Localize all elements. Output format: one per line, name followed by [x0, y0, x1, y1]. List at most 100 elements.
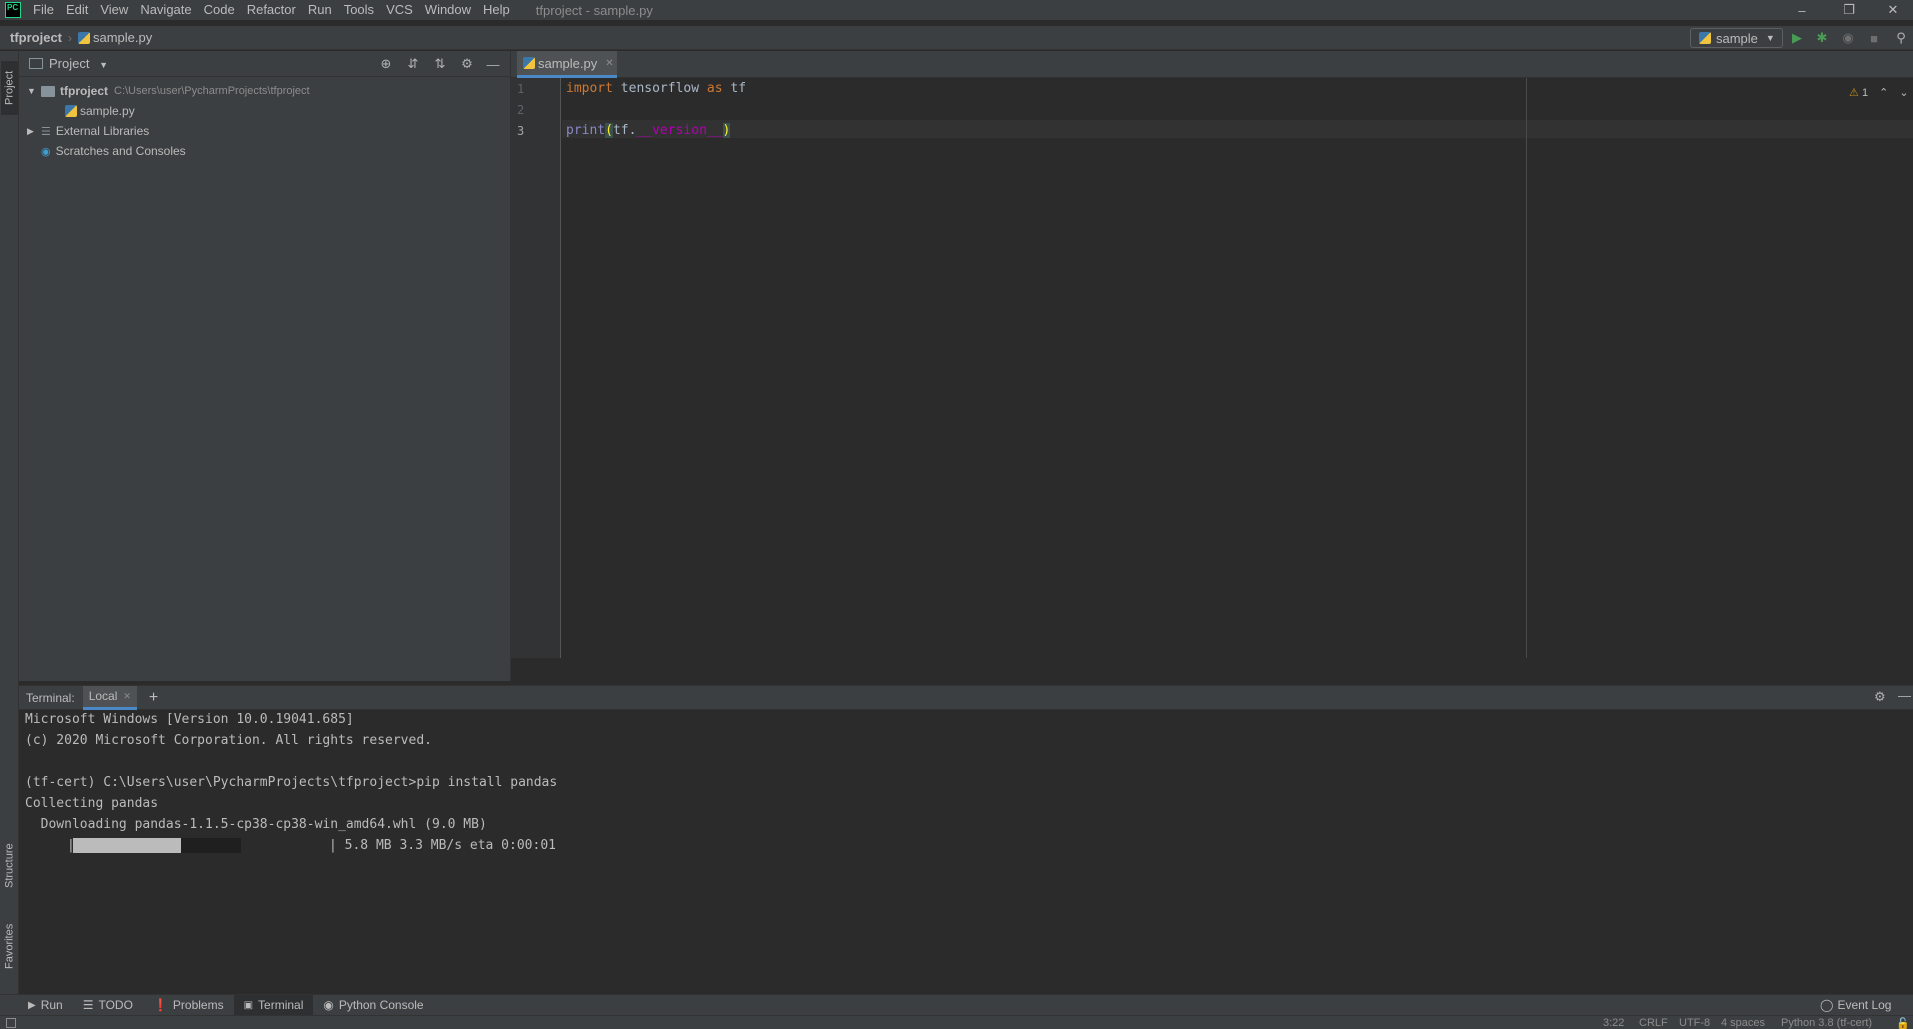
python-file-icon	[78, 32, 90, 44]
caret-position[interactable]: 3:22	[1603, 1017, 1624, 1029]
tree-item-external-libraries[interactable]: ▶ ☰ External Libraries	[27, 121, 149, 141]
breadcrumb-file[interactable]: sample.py	[72, 30, 152, 45]
window-title: tfproject - sample.py	[535, 2, 653, 18]
event-log-button[interactable]: ◯ Event Log	[1810, 995, 1901, 1016]
python-icon	[1699, 32, 1711, 44]
search-icon[interactable]: ⚲	[1893, 30, 1909, 46]
editor-tab-bar: sample.py ✕	[511, 51, 1913, 78]
terminal-line: Microsoft Windows [Version 10.0.19041.68…	[25, 712, 354, 727]
inspection-widget[interactable]: ⚠ 1 ⌃ ⌄	[1849, 86, 1909, 99]
terminal-title: Terminal:	[26, 690, 75, 705]
collapse-all-icon[interactable]: ⇅	[432, 56, 448, 72]
terminal-tool-button[interactable]: ▣ Terminal	[233, 994, 314, 1016]
menu-vcs[interactable]: VCS	[380, 0, 419, 20]
code-text: tensorflow	[612, 81, 707, 96]
code-editor[interactable]: 1 2 3 import tensorflow as tf print(tf._…	[511, 78, 1913, 658]
close-icon[interactable]: ✕	[123, 691, 131, 702]
menu-refactor[interactable]: Refactor	[241, 0, 302, 20]
tree-external-libraries-label: External Libraries	[55, 124, 150, 138]
menu-view[interactable]: View	[94, 0, 134, 20]
expand-all-icon[interactable]: ⇵	[405, 56, 421, 72]
indent-setting[interactable]: 4 spaces	[1721, 1017, 1765, 1029]
menu-navigate[interactable]: Navigate	[134, 0, 197, 20]
code-dunder: __version__	[636, 123, 723, 138]
python-file-icon	[523, 57, 535, 69]
tree-item-sample-py[interactable]: sample.py	[65, 101, 135, 121]
terminal-header: Terminal: Local ✕ + ⚙ —	[19, 685, 1913, 710]
python-console-tool-button[interactable]: ◉ Python Console	[313, 995, 433, 1016]
menu-tools[interactable]: Tools	[338, 0, 380, 20]
restore-button[interactable]: ❐	[1826, 0, 1872, 20]
gear-icon[interactable]: ⚙	[459, 56, 475, 72]
debug-icon[interactable]: ✱	[1814, 30, 1830, 46]
close-window-button[interactable]: ✕	[1870, 0, 1913, 20]
folder-icon	[41, 85, 55, 97]
download-progress-bar	[73, 838, 241, 853]
current-line-highlight	[562, 120, 1913, 138]
project-panel: Project ▼ ⊕ ⇵ ⇅ ⚙ — ▼ tfproject C:\Users…	[19, 51, 511, 681]
menu-help[interactable]: Help	[477, 0, 516, 20]
structure-tool-tab-label: Structure	[3, 843, 16, 889]
todo-tool-button[interactable]: ☰ TODO	[73, 995, 143, 1016]
coverage-icon[interactable]: ◉	[1840, 30, 1856, 46]
project-view-label: Project	[49, 56, 90, 71]
menu-window[interactable]: Window	[419, 0, 477, 20]
close-icon[interactable]: ✕	[605, 58, 613, 69]
terminal-tab-local[interactable]: Local ✕	[82, 685, 137, 710]
hide-panel-icon[interactable]: —	[1898, 688, 1911, 703]
new-terminal-button[interactable]: +	[149, 689, 158, 707]
gear-icon[interactable]: ⚙	[1874, 689, 1886, 705]
run-icon: ▶	[28, 999, 36, 1011]
event-log-icon: ◯	[1820, 998, 1834, 1012]
menu-file[interactable]: File	[27, 0, 60, 20]
info-icon: ❗	[152, 998, 168, 1012]
run-tool-button[interactable]: ▶ Run	[18, 995, 73, 1016]
chevron-down-icon[interactable]: ⌄	[1899, 87, 1908, 99]
terminal-output[interactable]: Microsoft Windows [Version 10.0.19041.68…	[19, 710, 1913, 994]
terminal-line: Downloading pandas-1.1.5-cp38-cp38-win_a…	[25, 817, 487, 832]
terminal-line: (c) 2020 Microsoft Corporation. All righ…	[25, 733, 432, 748]
menu-run[interactable]: Run	[302, 0, 338, 20]
locate-icon[interactable]: ⊕	[378, 56, 394, 72]
menu-code[interactable]: Code	[198, 0, 241, 20]
tree-item-tfproject[interactable]: ▼ tfproject C:\Users\user\PycharmProject…	[27, 81, 310, 101]
line-number-gutter: 1 2 3	[511, 78, 561, 658]
chevron-up-icon[interactable]: ⌃	[1879, 87, 1888, 99]
breadcrumb-project[interactable]: tfproject	[0, 30, 62, 45]
menu-edit[interactable]: Edit	[60, 0, 94, 20]
minimize-button[interactable]: –	[1779, 0, 1825, 20]
terminal-line: (tf-cert) C:\Users\user\PycharmProjects\…	[25, 775, 558, 790]
python-interpreter[interactable]: Python 3.8 (tf-cert)	[1781, 1017, 1872, 1029]
project-view-select[interactable]: Project ▼	[49, 56, 108, 71]
problems-tool-button[interactable]: ❗ Problems	[143, 995, 234, 1016]
run-configuration-select[interactable]: sample ▼	[1690, 28, 1783, 48]
hide-panel-icon[interactable]: —	[485, 56, 501, 72]
layout-toggle-icon[interactable]	[6, 1018, 16, 1028]
tree-scratches-label: Scratches and Consoles	[55, 144, 186, 158]
run-icon[interactable]: ▶	[1789, 30, 1805, 46]
library-icon: ☰	[41, 125, 51, 138]
warning-icon: ⚠	[1849, 87, 1859, 99]
favorites-tool-tab[interactable]: Favorites	[1, 911, 18, 981]
left-tool-stripe: Project Structure Favorites	[0, 51, 19, 994]
problems-tool-label: Problems	[172, 998, 224, 1012]
lock-icon[interactable]: 🔓	[1896, 1017, 1910, 1029]
terminal-tab-label: Local	[88, 689, 118, 703]
project-tool-tab[interactable]: Project	[1, 61, 18, 115]
chevron-right-icon: ▶	[27, 125, 34, 136]
navigation-bar: tfproject › sample.py sample ▼ ▶ ✱ ◉ ■ ⚲	[0, 26, 1913, 50]
file-encoding[interactable]: UTF-8	[1679, 1017, 1710, 1029]
project-view-icon	[29, 58, 43, 69]
chevron-down-icon: ▼	[99, 60, 109, 70]
favorites-tool-tab-label: Favorites	[3, 923, 16, 969]
editor-tab-sample-py[interactable]: sample.py ✕	[517, 51, 617, 78]
stop-icon[interactable]: ■	[1866, 30, 1882, 46]
tree-item-scratches[interactable]: ◉ Scratches and Consoles	[41, 141, 186, 161]
terminal-tool-label: Terminal	[258, 998, 304, 1012]
pycharm-logo-icon: PC	[5, 2, 21, 18]
terminal-line: Collecting pandas	[25, 796, 159, 811]
run-tool-label: Run	[40, 998, 63, 1012]
structure-tool-tab[interactable]: Structure	[1, 831, 18, 901]
line-separator[interactable]: CRLF	[1639, 1017, 1668, 1029]
tree-file-label: sample.py	[80, 104, 135, 118]
